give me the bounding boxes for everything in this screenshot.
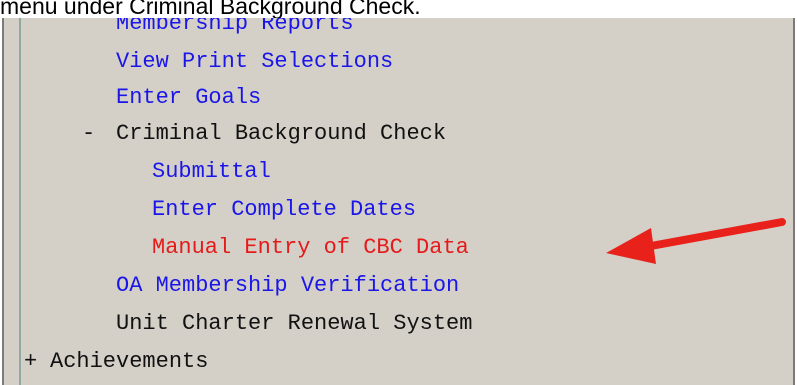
- menu-group-criminal-background-check[interactable]: Criminal Background Check: [116, 116, 446, 152]
- menu-item-oa-membership-verification[interactable]: OA Membership Verification: [116, 268, 459, 304]
- achievements-expand-toggle[interactable]: +: [24, 344, 37, 380]
- menu-item-enter-complete-dates[interactable]: Enter Complete Dates: [152, 192, 416, 228]
- menu-item-unit-charter-renewal-system[interactable]: Unit Charter Renewal System: [116, 306, 472, 342]
- cbc-collapse-toggle[interactable]: -: [82, 116, 95, 152]
- menu-item-manual-entry-cbc-data[interactable]: Manual Entry of CBC Data: [152, 230, 469, 266]
- menu-item-view-print-selections[interactable]: View Print Selections: [116, 44, 393, 80]
- menu-item-membership-reports[interactable]: Membership Reports: [116, 18, 354, 42]
- menu-tree-panel: Membership Reports View Print Selections…: [2, 18, 795, 385]
- tree-guide-line: [19, 18, 21, 385]
- menu-group-achievements[interactable]: Achievements: [50, 344, 208, 380]
- menu-item-enter-goals[interactable]: Enter Goals: [116, 80, 261, 116]
- menu-item-submittal[interactable]: Submittal: [152, 154, 271, 190]
